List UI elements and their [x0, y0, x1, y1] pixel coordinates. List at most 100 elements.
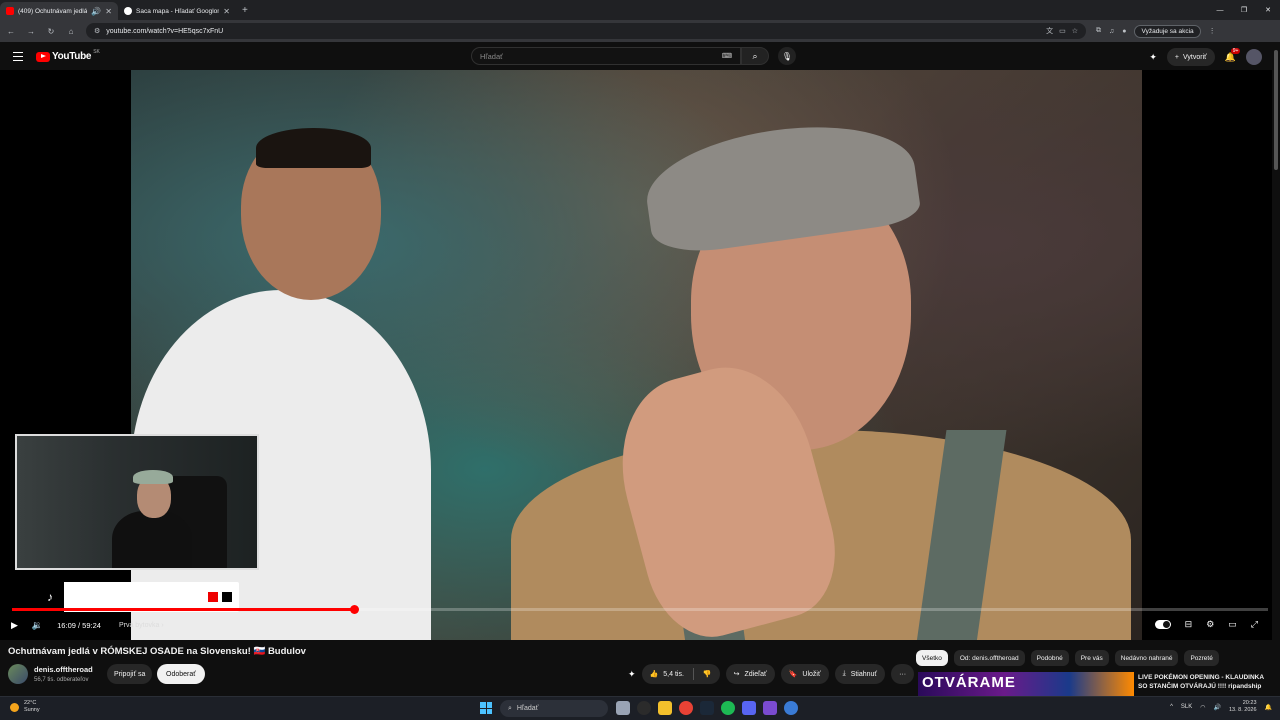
discord-icon[interactable]	[742, 701, 756, 715]
site-info-icon[interactable]: ⚙	[94, 27, 100, 35]
black-square-icon	[222, 592, 232, 602]
volume-icon[interactable]: 🔉	[32, 620, 43, 631]
file-explorer-icon[interactable]	[658, 701, 672, 715]
hamburger-menu-icon[interactable]	[13, 52, 23, 61]
bookmark-icon: 🔖	[788, 671, 798, 678]
logo-country: SK	[93, 48, 100, 55]
translate-icon[interactable]: 文	[1046, 26, 1053, 36]
forward-icon[interactable]: →	[26, 27, 36, 36]
app-icon[interactable]	[763, 701, 777, 715]
extensions-icon[interactable]: ⧉	[1096, 27, 1101, 35]
voice-search-button[interactable]: 🎙	[778, 47, 796, 65]
chip-all[interactable]: Všetko	[916, 650, 948, 666]
like-button[interactable]: 👍 5,4 tis. 👎	[641, 664, 720, 684]
create-button[interactable]: + Vytvoriť	[1166, 48, 1215, 66]
notifications-bell-icon[interactable]: 🔔 9+	[1225, 47, 1241, 63]
maximize-button[interactable]: ❐	[1232, 6, 1256, 14]
chevron-up-icon[interactable]: ^	[1170, 704, 1173, 710]
join-button[interactable]: Pripojiť sa	[107, 664, 153, 684]
fullscreen-icon[interactable]: ⤢	[1251, 619, 1258, 630]
obs-icon[interactable]	[637, 701, 651, 715]
browser-tab-youtube[interactable]: (409) Ochutnávam jedlá v R 🔊 ✕	[0, 2, 118, 20]
app-icon[interactable]	[784, 701, 798, 715]
youtube-header: YouTube SK Hľadať ⌨ ⌕ 🎙 ✦ + Vytvoriť 🔔 9+	[0, 44, 1280, 70]
autoplay-toggle[interactable]	[1154, 620, 1171, 629]
recommendation-title[interactable]: LIVE POKÉMON OPENING - KLAUDINKA SO STAN…	[1138, 673, 1268, 691]
home-icon[interactable]: ⌂	[66, 27, 76, 36]
address-bar[interactable]: ⚙ youtube.com/watch?v=HE5qsc7xFnU 文 ▭ ☆	[86, 23, 1086, 39]
chip-from-channel[interactable]: Od: denis.offtheroad	[953, 650, 1025, 666]
subscriber-count: 56,7 tis. odberateľov	[34, 677, 89, 683]
channel-name[interactable]: denis.offtheroad	[34, 665, 93, 674]
browser-toolbar: ← → ↻ ⌂ ⚙ youtube.com/watch?v=HE5qsc7xFn…	[0, 20, 1280, 42]
plus-icon: +	[1174, 53, 1180, 61]
video-frame[interactable]	[131, 70, 1142, 640]
media-icon[interactable]: ♫	[1109, 28, 1114, 35]
search-icon: ⌕	[752, 50, 758, 61]
taskbar-search[interactable]: ⌕ Hľadať	[500, 700, 608, 717]
chrome-icon[interactable]	[679, 701, 693, 715]
channel-avatar[interactable]	[8, 664, 28, 684]
video-hair-left	[256, 128, 371, 168]
steam-icon[interactable]	[700, 701, 714, 715]
unsubscribe-button[interactable]: Odoberať	[157, 664, 205, 684]
profile-icon[interactable]: ●	[1122, 28, 1126, 35]
volume-tray-icon[interactable]: 🔊	[1214, 704, 1221, 711]
notification-badge: 9+	[1230, 47, 1241, 54]
search-button[interactable]: ⌕	[741, 47, 769, 65]
thumbs-down-icon[interactable]: 👎	[703, 670, 712, 678]
language-indicator[interactable]: SLK	[1181, 704, 1192, 710]
download-arrow-icon: ⤓	[842, 670, 846, 677]
progress-bar[interactable]	[12, 605, 1268, 614]
video-player[interactable]: ♪ ▶ 🔉 16:09 / 59:24 Prvá bytovka › ⊟ ⚙ ▭…	[0, 70, 1280, 640]
more-dots-icon: ···	[899, 670, 907, 678]
settings-gear-icon[interactable]: ⚙	[1206, 619, 1214, 630]
search-input[interactable]: Hľadať ⌨	[471, 47, 741, 65]
create-label: Vytvoriť	[1183, 53, 1207, 61]
weather-widget[interactable]: 22°C Sunny	[10, 700, 40, 714]
save-button[interactable]: 🔖 Uložiť	[780, 664, 829, 684]
speaker-icon[interactable]: 🔊	[91, 7, 101, 16]
scrollbar-thumb[interactable]	[1274, 50, 1278, 170]
clock-time: 20:23	[1242, 700, 1257, 706]
menu-dots-icon[interactable]: ⋮	[1209, 27, 1216, 35]
action-required-button[interactable]: Vyžaduje sa akcia	[1134, 24, 1201, 38]
toolbar-right: ⧉ ♫ ● Vyžaduje sa akcia ⋮	[1096, 24, 1216, 38]
share-button[interactable]: ↪ Zdieľať	[725, 664, 775, 684]
chip-recently-uploaded[interactable]: Nedávno nahrané	[1114, 650, 1179, 666]
play-icon[interactable]: ▶	[11, 620, 18, 631]
chapter-button[interactable]: Prvá bytovka ›	[119, 622, 164, 629]
spotify-icon[interactable]	[721, 701, 735, 715]
reload-icon[interactable]: ↻	[46, 27, 56, 36]
back-icon[interactable]: ←	[6, 27, 16, 36]
minimize-button[interactable]: —	[1208, 7, 1232, 14]
clock[interactable]: 20:23 13. 8. 2026	[1229, 700, 1257, 714]
close-tab-icon[interactable]: ✕	[223, 7, 230, 16]
account-avatar[interactable]	[1246, 49, 1262, 65]
page-scrollbar[interactable]	[1272, 44, 1280, 696]
browser-tab-google[interactable]: Šaca mapa - Hľadať Googlom ✕	[118, 2, 236, 20]
progress-scrubber[interactable]	[349, 605, 359, 614]
recommendation-thumbnail[interactable]: OTVÁRAME	[918, 672, 1134, 696]
new-tab-button[interactable]: +	[236, 5, 254, 16]
cast-icon[interactable]: ▭	[1059, 27, 1066, 35]
download-button[interactable]: ⤓ Stiahnuť	[834, 664, 886, 684]
ask-ai-icon[interactable]: ✦	[628, 669, 636, 680]
chip-watched[interactable]: Pozreté	[1184, 650, 1219, 666]
gemini-spark-icon[interactable]: ✦	[1149, 52, 1157, 63]
task-view-icon[interactable]	[616, 701, 630, 715]
subtitles-icon[interactable]: ⊟	[1185, 619, 1193, 630]
keyboard-icon[interactable]: ⌨	[722, 52, 732, 60]
wifi-icon[interactable]: ◠	[1200, 704, 1205, 711]
more-actions-button[interactable]: ···	[891, 664, 915, 684]
theater-mode-icon[interactable]: ▭	[1228, 619, 1237, 630]
chip-related[interactable]: Podobné	[1030, 650, 1069, 666]
bookmark-star-icon[interactable]: ☆	[1072, 27, 1078, 35]
close-window-button[interactable]: ✕	[1256, 6, 1280, 14]
close-tab-icon[interactable]: ✕	[105, 7, 112, 16]
notification-center-icon[interactable]: 🔔	[1265, 704, 1272, 711]
chip-for-you[interactable]: Pre vás	[1074, 650, 1109, 666]
windows-start-icon[interactable]	[480, 702, 492, 714]
clock-date: 13. 8. 2026	[1228, 707, 1257, 713]
youtube-logo[interactable]: YouTube SK	[36, 48, 100, 62]
